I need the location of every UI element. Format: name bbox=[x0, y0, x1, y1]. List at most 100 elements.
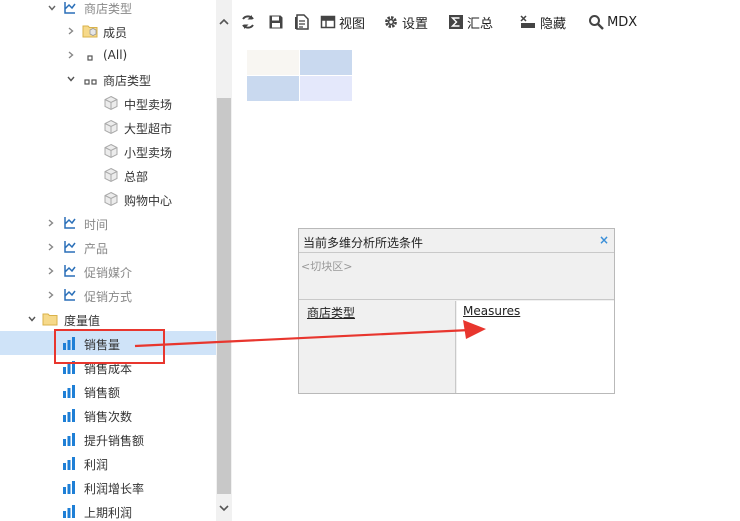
tree-node-label: 产品 bbox=[84, 242, 109, 256]
chevron-down-icon[interactable] bbox=[67, 75, 75, 83]
document-icon bbox=[294, 14, 310, 30]
grid-view-icon bbox=[320, 14, 336, 30]
refresh-icon bbox=[240, 14, 256, 30]
chevron-down-icon[interactable] bbox=[48, 4, 56, 12]
chevron-right-icon[interactable] bbox=[47, 267, 55, 275]
tree-node-label: 小型卖场 bbox=[124, 146, 173, 160]
hierarchy-icon bbox=[62, 0, 78, 16]
tree-node-label: 成员 bbox=[103, 26, 128, 40]
slice-placeholder: <切块区> bbox=[301, 260, 353, 273]
bar-chart-icon bbox=[62, 431, 78, 447]
tree-node-label: 利润 bbox=[84, 458, 109, 472]
panel-title: 当前多维分析所选条件 bbox=[303, 236, 424, 250]
save-icon bbox=[268, 14, 284, 30]
tree-node-label: 大型超市 bbox=[124, 122, 173, 136]
tree-node-measure[interactable]: 上期利润 bbox=[0, 499, 216, 521]
slice-drop-zone[interactable]: <切块区> bbox=[299, 254, 614, 300]
hierarchy-icon bbox=[62, 239, 78, 255]
close-icon[interactable]: × bbox=[599, 233, 609, 247]
mdx-button[interactable]: MDX bbox=[588, 10, 637, 34]
tree-node-members[interactable]: 成员 bbox=[0, 19, 216, 43]
tree-node-member[interactable]: 小型卖场 bbox=[0, 139, 216, 163]
scroll-up-icon[interactable] bbox=[219, 16, 229, 26]
tree-node-time[interactable]: 时间 bbox=[0, 211, 216, 235]
chevron-right-icon[interactable] bbox=[47, 219, 55, 227]
tree-node-store-type-level[interactable]: 商店类型 bbox=[0, 67, 216, 91]
bar-chart-icon bbox=[62, 455, 78, 471]
tree-node-all[interactable]: (All) bbox=[0, 43, 216, 67]
tree-node-label: 时间 bbox=[84, 218, 109, 232]
tree-node-promo-media[interactable]: 促销媒介 bbox=[0, 259, 216, 283]
bar-chart-icon bbox=[62, 407, 78, 423]
tree-node-label: 促销方式 bbox=[84, 290, 133, 304]
cube-icon bbox=[103, 167, 119, 183]
search-icon bbox=[588, 14, 604, 30]
columns-item-link[interactable]: Measures bbox=[463, 304, 520, 318]
chevron-down-icon[interactable] bbox=[28, 315, 36, 323]
bar-chart-icon bbox=[62, 503, 78, 519]
tree-node-label: 利润增长率 bbox=[84, 482, 145, 496]
folder-icon bbox=[42, 311, 58, 327]
bar-chart-icon bbox=[62, 383, 78, 399]
tree-node-member[interactable]: 总部 bbox=[0, 163, 216, 187]
toolbar: 视图 设置 汇总 隐藏 MDX bbox=[240, 10, 637, 34]
grid-data-cell[interactable] bbox=[300, 76, 352, 101]
tree-node-measure[interactable]: 利润 bbox=[0, 451, 216, 475]
export-button[interactable] bbox=[294, 10, 310, 34]
tree-node-label: 商店类型 bbox=[103, 74, 152, 88]
tree-node-label: 销售额 bbox=[84, 386, 121, 400]
tree-node-member[interactable]: 大型超市 bbox=[0, 115, 216, 139]
tree-node-label: 中型卖场 bbox=[124, 98, 173, 112]
scrollbar-thumb[interactable] bbox=[217, 98, 231, 494]
chevron-right-icon[interactable] bbox=[47, 291, 55, 299]
rows-drop-zone[interactable]: 商店类型 bbox=[299, 301, 456, 393]
save-button[interactable] bbox=[268, 10, 284, 34]
grid-row-header-cell[interactable] bbox=[247, 76, 299, 101]
folder-cube-icon bbox=[82, 23, 98, 39]
cube-icon bbox=[103, 119, 119, 135]
tree-node-measures-folder[interactable]: 度量值 bbox=[0, 307, 216, 331]
tree-node-measure[interactable]: 提升销售额 bbox=[0, 427, 216, 451]
settings-button[interactable]: 设置 bbox=[383, 10, 428, 34]
tree-node-label: 提升销售额 bbox=[84, 434, 145, 448]
grid-column-header-cell[interactable] bbox=[300, 50, 352, 75]
level-dot-icon bbox=[84, 48, 100, 64]
dimension-tree[interactable]: 商店类型 成员 (All) 商店类型 中型卖场 大型超市 小型卖场 总部 购物中… bbox=[0, 0, 216, 521]
tree-node-product[interactable]: 产品 bbox=[0, 235, 216, 259]
summary-button[interactable]: 汇总 bbox=[448, 10, 493, 34]
view-button[interactable]: 视图 bbox=[320, 10, 365, 34]
bar-chart-icon bbox=[62, 479, 78, 495]
tree-node-label: 销售次数 bbox=[84, 410, 133, 424]
hide-button[interactable]: 隐藏 bbox=[519, 10, 566, 34]
scroll-down-icon[interactable] bbox=[219, 502, 229, 512]
tree-node-label: (All) bbox=[103, 48, 128, 62]
refresh-button[interactable] bbox=[240, 10, 256, 34]
rows-item-link[interactable]: 商店类型 bbox=[307, 304, 355, 321]
chevron-right-icon[interactable] bbox=[67, 27, 75, 35]
cube-icon bbox=[103, 143, 119, 159]
tree-node-member[interactable]: 中型卖场 bbox=[0, 91, 216, 115]
tree-scrollbar[interactable] bbox=[216, 0, 232, 521]
mdx-label: MDX bbox=[607, 14, 638, 30]
tree-node-label: 总部 bbox=[124, 170, 149, 184]
hierarchy-icon bbox=[62, 263, 78, 279]
tree-node-store-type-dimension[interactable]: 商店类型 bbox=[0, 0, 216, 20]
panel-header: 当前多维分析所选条件 × bbox=[299, 229, 614, 253]
tree-node-label: 购物中心 bbox=[124, 194, 173, 208]
view-label: 视图 bbox=[339, 16, 366, 32]
summary-label: 汇总 bbox=[467, 16, 494, 32]
highlight-box bbox=[54, 329, 165, 364]
columns-drop-zone[interactable]: Measures bbox=[457, 301, 614, 393]
hierarchy-icon bbox=[62, 215, 78, 231]
chevron-right-icon[interactable] bbox=[47, 243, 55, 251]
tree-node-label: 促销媒介 bbox=[84, 266, 133, 280]
tree-node-measure[interactable]: 销售额 bbox=[0, 379, 216, 403]
tree-node-promo-method[interactable]: 促销方式 bbox=[0, 283, 216, 307]
tree-node-measure[interactable]: 销售次数 bbox=[0, 403, 216, 427]
tree-node-measure[interactable]: 利润增长率 bbox=[0, 475, 216, 499]
gear-icon bbox=[383, 14, 399, 30]
level-dots-icon bbox=[84, 72, 100, 88]
tree-node-member[interactable]: 购物中心 bbox=[0, 187, 216, 211]
chevron-right-icon[interactable] bbox=[67, 51, 75, 59]
sigma-icon bbox=[448, 14, 464, 30]
